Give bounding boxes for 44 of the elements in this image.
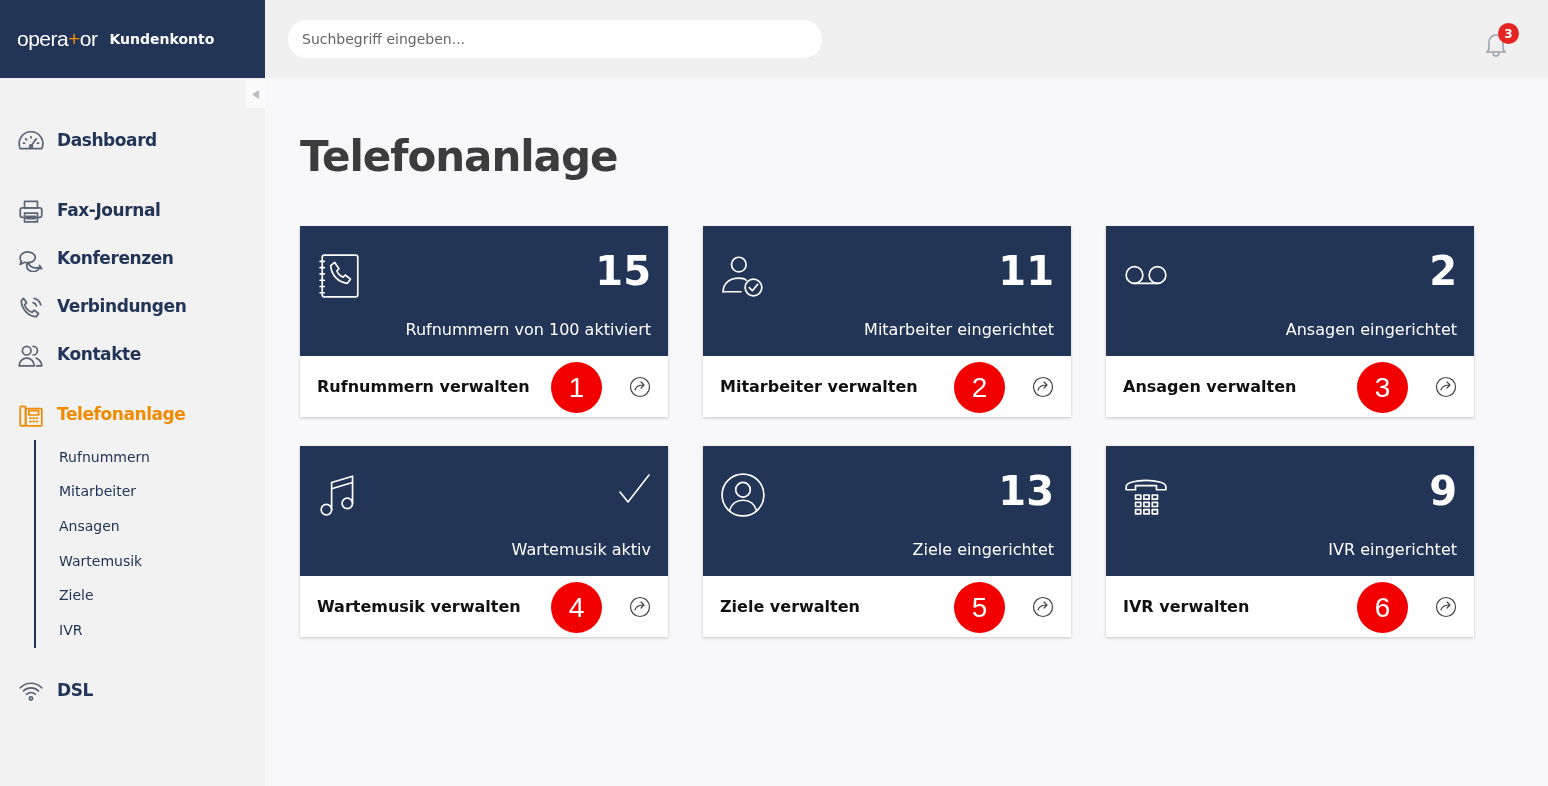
sidebar-item[interactable]: Dashboard	[17, 126, 265, 156]
sidebar-subitem[interactable]: Ziele	[59, 578, 265, 613]
sidebar-subitem[interactable]: Ansagen	[59, 509, 265, 544]
page-title: Telefonanlage	[300, 131, 619, 183]
sidebar-item[interactable]: Verbindungen	[17, 292, 265, 322]
account-label: Kundenkonto	[109, 29, 215, 49]
search-field[interactable]: Suchbegriff eingeben...	[288, 20, 822, 58]
printer-icon	[17, 198, 45, 224]
card-action-link[interactable]: Wartemusik verwalten	[317, 594, 521, 619]
card-count: 11	[998, 251, 1054, 291]
number-marker: 3	[1357, 362, 1408, 413]
card-caption: Ansagen eingerichtet	[1285, 319, 1457, 341]
number-marker: 1	[551, 362, 602, 413]
number-marker: 2	[954, 362, 1005, 413]
card-action-link[interactable]: Rufnummern verwalten	[317, 374, 530, 399]
card-count: 15	[595, 251, 651, 291]
sidebar-subitem[interactable]: Mitarbeiter	[59, 474, 265, 510]
card-count: 2	[1429, 251, 1457, 291]
checkmark-icon	[617, 472, 651, 506]
card-caption: Mitarbeiter eingerichtet	[864, 319, 1054, 341]
sidebar-item[interactable]: DSL	[17, 675, 265, 706]
collapse-left-icon	[252, 89, 259, 99]
number-marker: 5	[954, 582, 1005, 633]
card-count: 13	[998, 471, 1054, 511]
card-action-link[interactable]: Ziele verwalten	[720, 594, 860, 619]
card-caption: Rufnummern von 100 aktiviert	[405, 319, 651, 341]
notification-count-badge: 3	[1498, 23, 1519, 44]
card-action-link[interactable]: Ansagen verwalten	[1123, 374, 1297, 399]
logo[interactable]: opera+or	[17, 23, 98, 55]
card-caption: IVR eingerichtet	[1328, 539, 1457, 561]
number-marker: 4	[551, 582, 602, 633]
person-circle-icon	[720, 472, 766, 518]
sidebar-item[interactable]: Fax-Journal	[17, 196, 265, 226]
card-action-link[interactable]: Mitarbeiter verwalten	[720, 374, 918, 399]
sidebar-item[interactable]: Konferenzen	[17, 244, 265, 274]
card-count: 9	[1429, 471, 1457, 511]
sidebar-subitem[interactable]: Wartemusik	[59, 543, 265, 579]
sidebar-item[interactable]: Kontakte	[17, 340, 265, 370]
card-action-link[interactable]: IVR verwalten	[1123, 594, 1250, 619]
card-caption: Ziele eingerichtet	[912, 539, 1054, 561]
card-caption: Wartemusik aktiv	[511, 539, 651, 561]
sidebar-subitem[interactable]: IVR	[59, 612, 265, 648]
sidebar-subitem[interactable]: Rufnummern	[59, 440, 265, 475]
number-marker: 6	[1357, 582, 1408, 633]
